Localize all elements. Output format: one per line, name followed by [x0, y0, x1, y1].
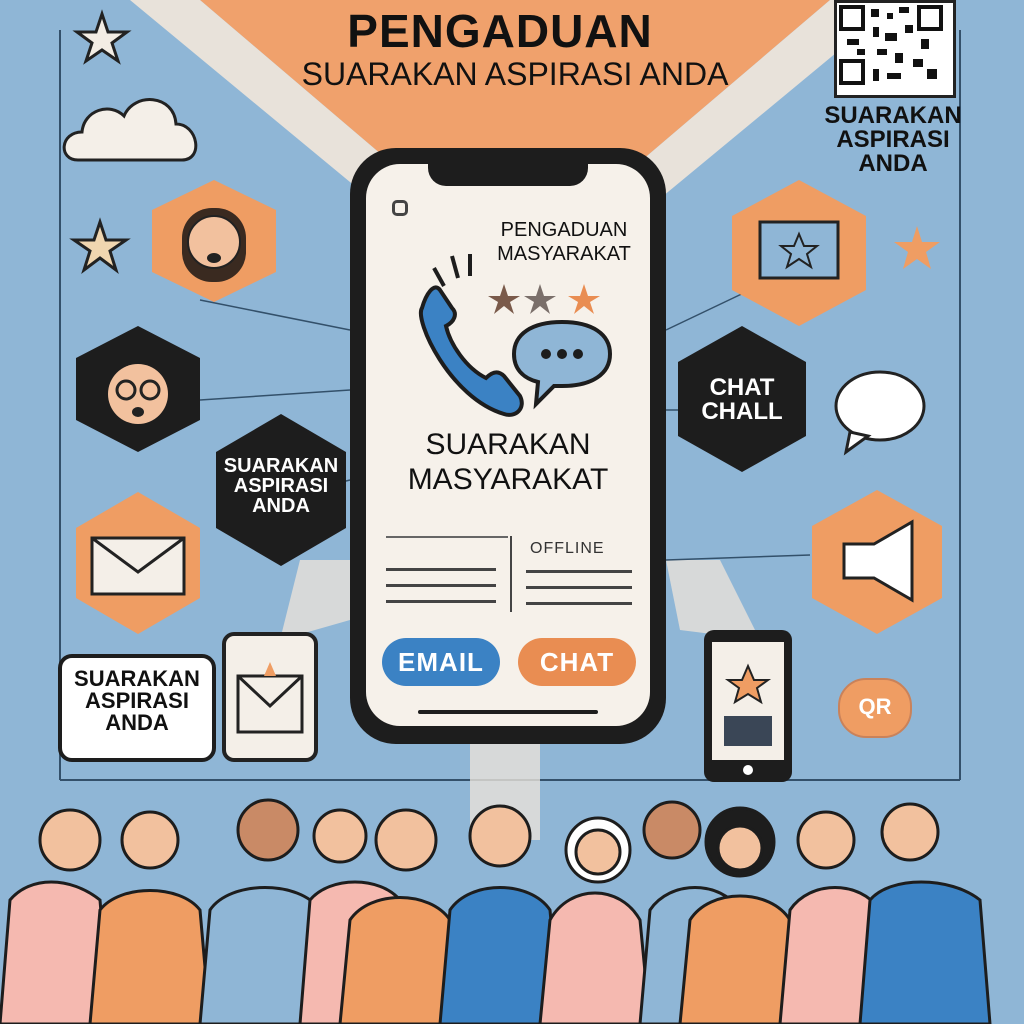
phone-icon: [418, 254, 613, 417]
email-button[interactable]: EMAIL: [382, 638, 500, 686]
chat-badge: CHAT CHALL: [674, 324, 810, 474]
chat-badge-text: CHAT CHALL: [701, 374, 783, 425]
qr-code-icon[interactable]: [834, 0, 956, 98]
form-line: [526, 570, 632, 573]
cloud-icon: [62, 98, 198, 162]
form-divider: [510, 536, 512, 612]
star-icon: [69, 217, 131, 275]
megaphone-icon[interactable]: [808, 488, 946, 636]
phone-screen: PENGADUAN MASYARAKAT SUARAKAN MASYARAKAT…: [366, 164, 650, 726]
status-text: OFFLINE: [530, 540, 605, 557]
person-avatar-icon: [76, 326, 200, 452]
form-line: [526, 602, 632, 605]
qr-caption: SUARAKAN ASPIRASI ANDA: [824, 102, 962, 177]
camera-icon: [392, 200, 408, 216]
id-phone-icon: [704, 630, 792, 782]
qr-round-label: QR: [858, 694, 892, 719]
speech-bubble-text: SUARAKAN ASPIRASI ANDA: [74, 666, 200, 735]
aspiration-speech-bubble: SUARAKAN ASPIRASI ANDA: [58, 654, 216, 762]
phone-headline: SUARAKAN MASYARAKAT: [407, 428, 609, 496]
id-card-icon[interactable]: [728, 178, 870, 328]
aspiration-badge-text: SUARAKAN ASPIRASI ANDA: [223, 455, 339, 517]
envelope-phone-icon: [222, 632, 318, 762]
star-icon: [894, 226, 940, 269]
page-title: PENGADUAN: [347, 5, 653, 57]
envelope-icon[interactable]: [72, 490, 204, 636]
crowd-illustration: [0, 798, 992, 1024]
page-subtitle: SUARAKAN ASPIRASI ANDA: [301, 56, 729, 92]
star-icon: [72, 9, 132, 65]
chat-icon[interactable]: [810, 346, 948, 476]
form-line: [386, 568, 496, 571]
main-phone: PENGADUAN MASYARAKAT SUARAKAN MASYARAKAT…: [350, 148, 666, 744]
form-line: [386, 536, 508, 538]
form-line: [386, 600, 496, 603]
person-avatar-icon: [152, 180, 276, 302]
form-line: [386, 584, 496, 587]
qr-round-icon[interactable]: QR: [838, 678, 912, 738]
phone-notch: [428, 164, 588, 186]
chat-button[interactable]: CHAT: [518, 638, 636, 686]
form-line: [526, 586, 632, 589]
aspiration-badge: SUARAKAN ASPIRASI ANDA: [212, 412, 350, 568]
home-indicator: [418, 710, 598, 714]
